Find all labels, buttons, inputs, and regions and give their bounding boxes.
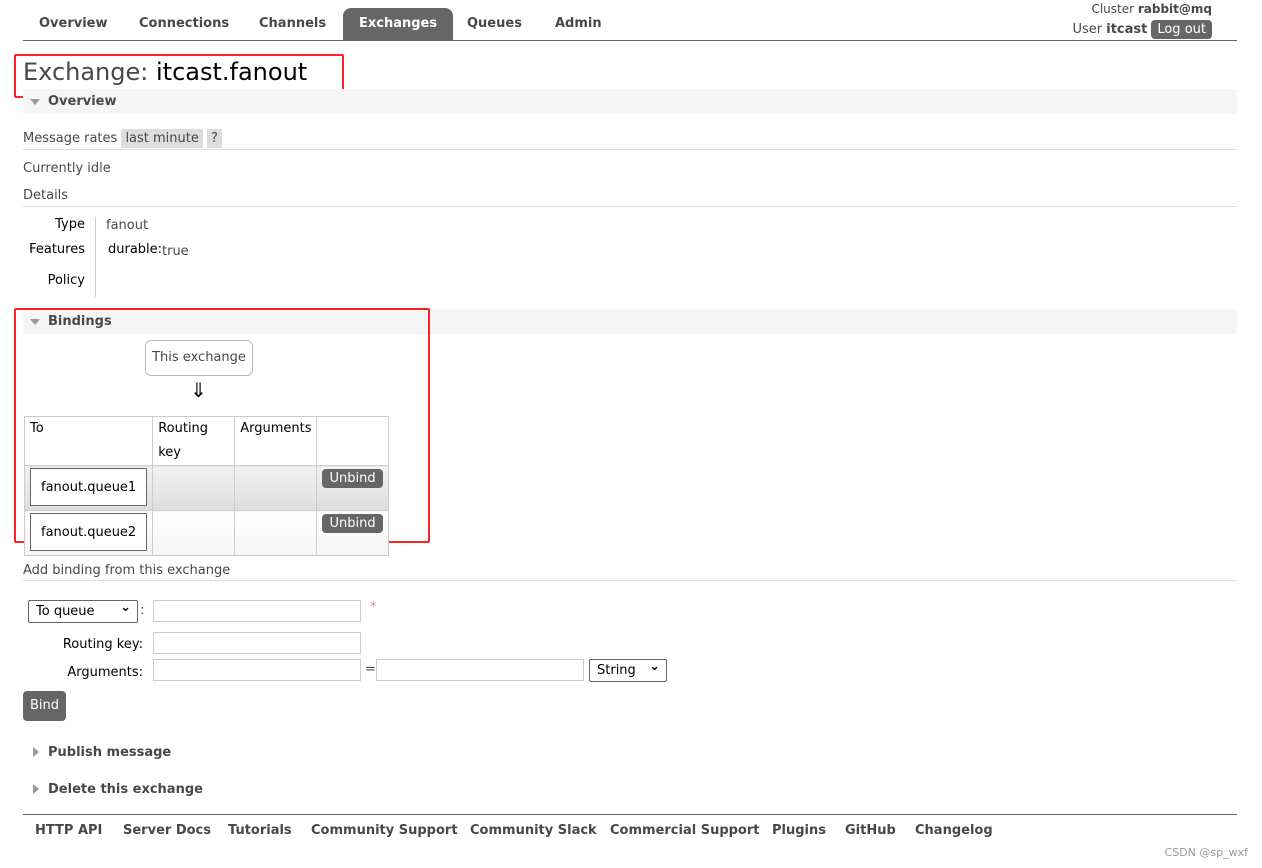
col-routing-key: Routing key [152, 416, 236, 466]
message-rates: Message rates last minute ? [23, 129, 222, 148]
delete-exchange-toggle[interactable]: Delete this exchange [23, 777, 1237, 802]
tab-connections[interactable]: Connections [123, 8, 245, 40]
rates-label: Message rates [23, 131, 118, 146]
divider [95, 217, 96, 297]
arguments-cell [234, 510, 318, 556]
footer-community-support[interactable]: Community Support [311, 823, 458, 838]
table-row: fanout.queue2 Unbind [23, 510, 389, 556]
divider [23, 206, 1237, 207]
tab-admin[interactable]: Admin [539, 8, 618, 40]
unbind-button[interactable]: Unbind [322, 514, 383, 533]
overview-section-toggle[interactable]: Overview [23, 89, 1237, 114]
footer-commercial-support[interactable]: Commercial Support [610, 823, 760, 838]
logout-button[interactable]: Log out [1151, 20, 1212, 39]
divider [23, 580, 1237, 581]
footer-tutorials[interactable]: Tutorials [228, 823, 292, 838]
bindings-table: To Routing key Arguments fanout.queue1 Unbi… [23, 416, 389, 556]
table-row: fanout.queue1 Unbind [23, 465, 389, 511]
queue-link[interactable]: fanout.queue1 [30, 468, 148, 506]
add-binding-heading: Add binding from this exchange [23, 563, 231, 578]
footer-plugins[interactable]: Plugins [772, 823, 826, 838]
features-label: Features [29, 242, 85, 257]
col-arguments: Arguments [234, 416, 318, 466]
cluster-label: Cluster [1091, 2, 1135, 16]
exchange-name: itcast.fanout [156, 58, 308, 86]
help-button[interactable]: ? [207, 129, 222, 148]
user-name: itcast [1106, 22, 1148, 37]
tab-queues[interactable]: Queues [451, 8, 538, 40]
argument-key-input[interactable] [153, 659, 361, 681]
routing-key-label: Routing key: [62, 637, 143, 652]
details-label: Details [23, 188, 69, 203]
page-title: Exchange: itcast.fanout [23, 58, 307, 86]
status-text: Currently idle [23, 161, 111, 176]
arguments-cell [234, 465, 318, 511]
this-exchange-box: This exchange [145, 340, 253, 376]
tab-exchanges[interactable]: Exchanges [343, 8, 454, 40]
footer-community-slack[interactable]: Community Slack [470, 823, 597, 838]
user-label: User [1072, 22, 1103, 37]
destination-input[interactable] [153, 600, 361, 622]
type-label: Type [55, 217, 85, 232]
argument-type-select[interactable]: String [589, 656, 667, 682]
queue-link[interactable]: fanout.queue2 [30, 513, 148, 551]
tab-overview[interactable]: Overview [23, 8, 124, 40]
argument-value-input[interactable] [376, 659, 584, 681]
footer: HTTP API Server Docs Tutorials Community… [23, 814, 1237, 854]
footer-http-api[interactable]: HTTP API [35, 823, 102, 838]
cluster-name: rabbit@mq [1137, 2, 1212, 16]
col-to: To [23, 416, 154, 466]
divider [23, 149, 1237, 150]
footer-github[interactable]: GitHub [845, 823, 896, 838]
equals-sign: = [365, 662, 376, 677]
required-mark: * [370, 600, 377, 615]
publish-message-toggle[interactable]: Publish message [23, 740, 1237, 765]
arguments-label: Arguments: [67, 665, 143, 680]
type-value: fanout [106, 218, 149, 233]
routing-key-cell [152, 465, 236, 511]
bind-button[interactable]: Bind [23, 691, 67, 721]
title-prefix: Exchange: [23, 58, 149, 86]
cluster-info: Cluster rabbit@mq [1091, 2, 1212, 16]
destination-type-select[interactable]: To queue [28, 597, 138, 623]
top-nav: Overview Connections Channels Exchanges … [23, 2, 1237, 41]
down-arrow-icon: ⇓ [190, 378, 207, 402]
tab-channels[interactable]: Channels [243, 8, 342, 40]
footer-changelog[interactable]: Changelog [915, 823, 993, 838]
feature-value: true [162, 244, 189, 259]
routing-key-input[interactable] [153, 632, 361, 654]
policy-label: Policy [47, 273, 85, 288]
user-info: User itcast Log out [1072, 20, 1212, 39]
watermark: CSDN @sp_wxf [1164, 846, 1248, 859]
col-actions [316, 416, 389, 466]
unbind-button[interactable]: Unbind [322, 469, 383, 488]
rates-period-button[interactable]: last minute [121, 129, 203, 148]
routing-key-cell [152, 510, 236, 556]
feature-key: durable: [108, 242, 163, 257]
footer-server-docs[interactable]: Server Docs [123, 823, 211, 838]
